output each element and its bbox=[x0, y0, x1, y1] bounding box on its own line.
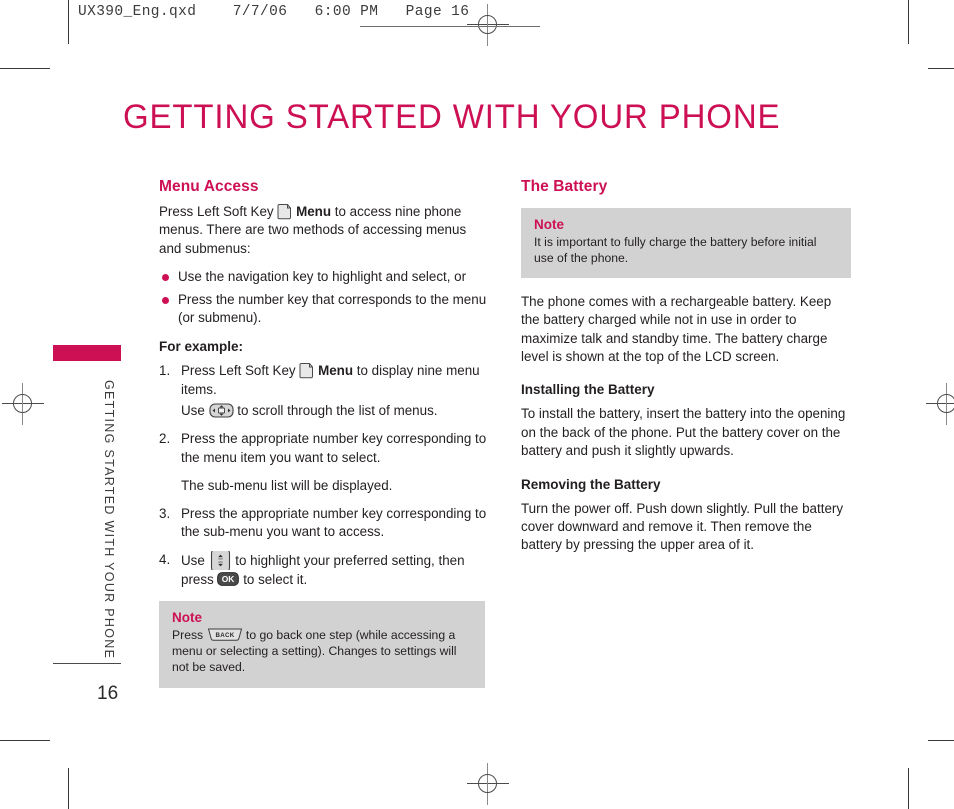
section-heading-the-battery: The Battery bbox=[521, 178, 608, 195]
sidebar-accent-tab bbox=[53, 345, 121, 361]
installing-battery-paragraph: To install the battery, insert the batte… bbox=[521, 406, 846, 459]
crop-mark-bottom-right-horizontal bbox=[928, 740, 954, 741]
sidebar-divider bbox=[53, 663, 121, 664]
left-column: Menu Access Press Left Soft Key Menu to … bbox=[159, 178, 489, 599]
step1-sub-before: Use bbox=[181, 403, 209, 419]
intro-menu-bold: Menu bbox=[296, 204, 332, 219]
step-item-1: 1. Press Left Soft Key Menu to display ni… bbox=[159, 362, 489, 421]
subheading-installing-the-battery: Installing the Battery bbox=[521, 382, 655, 398]
crop-mark-bottom-right-vertical bbox=[908, 768, 909, 809]
step2-sub-line: The sub-menu list will be displayed. bbox=[181, 477, 393, 493]
note-box-back-key: Note Press BACK to go back one step (whi… bbox=[159, 601, 485, 688]
registration-mark-left bbox=[2, 383, 44, 425]
step1-sub-after: to scroll through the list of menus. bbox=[233, 403, 438, 419]
step4-text-after-icon: to select it. bbox=[239, 571, 308, 587]
intro-text-before-icon: Press Left Soft Key bbox=[159, 204, 278, 219]
note-text-before-icon: Press bbox=[172, 628, 207, 642]
menu-access-intro-paragraph: Press Left Soft Key Menu to access nine … bbox=[159, 203, 489, 258]
step1-menu-bold: Menu bbox=[318, 362, 354, 378]
registration-mark-right bbox=[926, 383, 954, 425]
step-item-3: 3. Press the appropriate number key corre… bbox=[159, 505, 489, 543]
list-item: Use the navigation key to highlight and … bbox=[159, 268, 489, 286]
crop-mark-top-right-vertical bbox=[908, 0, 909, 44]
menu-access-steps-list: 1. Press Left Soft Key Menu to display ni… bbox=[159, 362, 489, 590]
svg-text:BACK: BACK bbox=[215, 632, 234, 639]
step-number: 3. bbox=[159, 505, 171, 521]
page-title: GETTING STARTED WITH YOUR PHONE bbox=[123, 98, 781, 136]
crop-mark-top-left-vertical bbox=[68, 0, 69, 44]
step-number: 2. bbox=[159, 431, 171, 447]
registration-mark-bottom bbox=[467, 763, 509, 805]
crop-mark-top-left-horizontal bbox=[0, 68, 50, 69]
slug-rule bbox=[360, 26, 540, 27]
list-item: Press the number key that corresponds to… bbox=[159, 291, 489, 327]
navigation-updown-key-icon bbox=[209, 551, 232, 571]
prepress-slug: UX390_Eng.qxd 7/7/06 6:00 PM Page 16 bbox=[78, 4, 470, 20]
soft-key-icon bbox=[277, 203, 292, 220]
step1-sub-line: Use to scroll through the list of menus. bbox=[181, 402, 489, 421]
crop-mark-bottom-left-vertical bbox=[68, 768, 69, 809]
back-key-icon: BACK bbox=[207, 628, 243, 641]
step3-text: Press the appropriate number key corresp… bbox=[181, 505, 487, 540]
soft-key-icon bbox=[299, 362, 314, 379]
note-text: It is important to fully charge the batt… bbox=[534, 235, 817, 266]
menu-access-bullet-list: Use the navigation key to highlight and … bbox=[159, 268, 489, 327]
step-item-4: 4. Use to highlight your preferred settin… bbox=[159, 551, 489, 590]
ok-key-icon: OK bbox=[217, 571, 240, 586]
note-box-battery-charge: Note It is important to fully charge the… bbox=[521, 208, 851, 279]
note-title: Note bbox=[172, 610, 202, 625]
note-title: Note bbox=[534, 217, 564, 232]
note-text: Press BACK to go back one step (while ac… bbox=[172, 627, 472, 676]
for-example-label: For example: bbox=[159, 338, 244, 354]
step-number: 1. bbox=[159, 362, 171, 378]
navigation-4way-key-icon bbox=[208, 402, 234, 419]
registration-mark-top bbox=[467, 4, 509, 46]
section-heading-menu-access: Menu Access bbox=[159, 178, 259, 195]
right-column-body: The phone comes with a rechargeable batt… bbox=[521, 293, 853, 565]
step2-text: Press the appropriate number key corresp… bbox=[181, 431, 487, 465]
battery-intro-paragraph: The phone comes with a rechargeable batt… bbox=[521, 294, 832, 365]
step4-text-before-icon: Use bbox=[181, 553, 209, 569]
subheading-removing-the-battery: Removing the Battery bbox=[521, 476, 661, 492]
crop-mark-bottom-left-horizontal bbox=[0, 740, 50, 741]
running-head-vertical: GETTING STARTED WITH YOUR PHONE bbox=[102, 380, 116, 660]
step-number: 4. bbox=[159, 552, 171, 568]
step-item-2: 2. Press the appropriate number key corre… bbox=[159, 430, 489, 495]
crop-mark-top-right-horizontal bbox=[928, 68, 954, 69]
page-number: 16 bbox=[97, 683, 119, 704]
removing-battery-paragraph: Turn the power off. Push down slightly. … bbox=[521, 500, 844, 553]
step1-text-before-icon: Press Left Soft Key bbox=[181, 362, 300, 378]
right-column: The Battery bbox=[521, 178, 851, 203]
svg-text:OK: OK bbox=[222, 574, 235, 584]
